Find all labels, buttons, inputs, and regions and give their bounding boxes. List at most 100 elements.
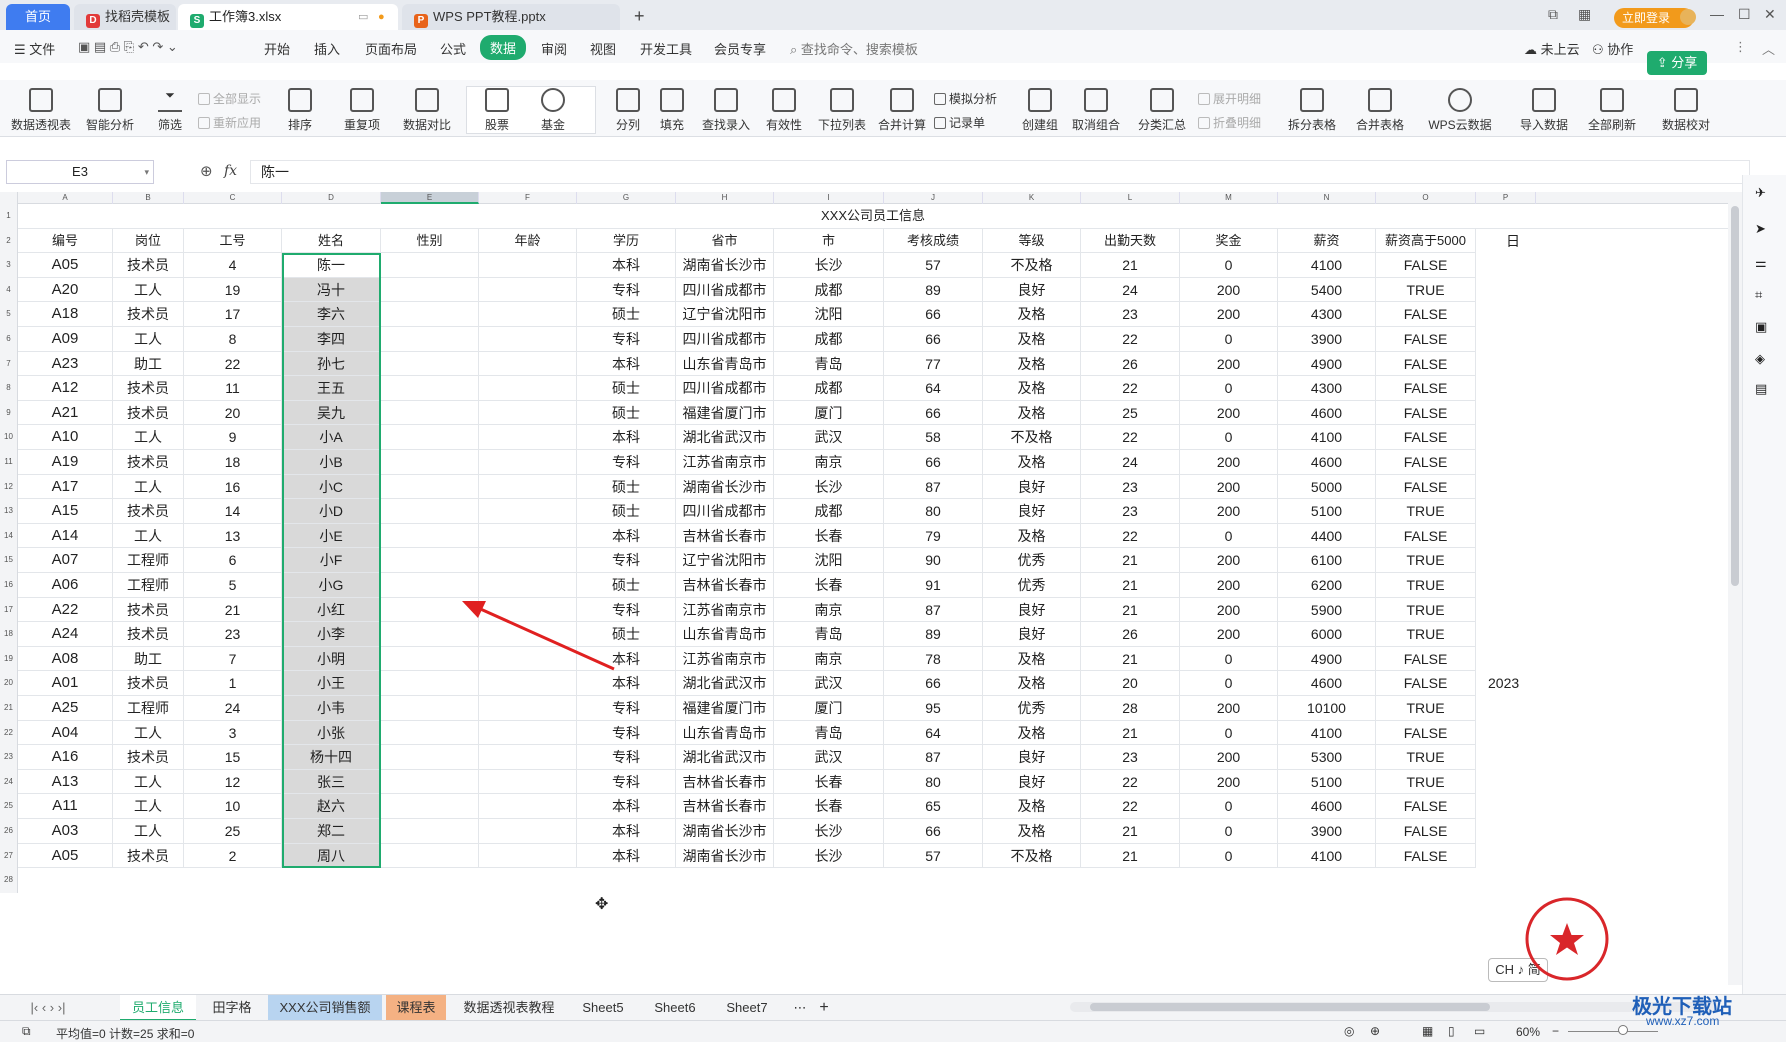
table-cell[interactable]: 21 xyxy=(1081,253,1180,278)
table-cell[interactable]: 0 xyxy=(1180,523,1278,549)
table-cell[interactable]: 湖南省长沙市 xyxy=(676,843,774,869)
table-cell[interactable]: 李六 xyxy=(282,302,381,327)
apps-grid-icon[interactable]: ▦ xyxy=(1578,6,1591,23)
table-cell[interactable]: 工人 xyxy=(113,720,184,746)
table-cell[interactable] xyxy=(381,720,479,746)
table-cell[interactable]: A03 xyxy=(18,819,113,844)
row-header[interactable]: 12 xyxy=(0,474,18,500)
table-cell[interactable]: 南京 xyxy=(774,450,884,475)
table-cell[interactable]: 200 xyxy=(1180,277,1278,303)
table-cell[interactable] xyxy=(479,819,577,844)
frame-icon[interactable]: ⌗ xyxy=(1755,287,1775,305)
menu-data[interactable]: 数据 xyxy=(480,35,527,60)
table-cell[interactable]: 专科 xyxy=(577,597,676,623)
table-cell[interactable]: A15 xyxy=(18,499,113,524)
table-cell[interactable]: 及格 xyxy=(983,327,1081,352)
table-cell[interactable]: 辽宁省沈阳市 xyxy=(676,548,774,573)
table-cell[interactable]: 福建省厦门市 xyxy=(676,400,774,426)
table-cell[interactable]: 87 xyxy=(884,597,983,623)
table-cell[interactable] xyxy=(479,622,577,647)
table-cell[interactable]: 18 xyxy=(184,450,282,475)
table-cell[interactable]: 青岛 xyxy=(774,622,884,647)
table-cell[interactable] xyxy=(479,696,577,721)
sheet-tab-sheet5[interactable]: Sheet5 xyxy=(570,995,636,1021)
zoom-slider-thumb[interactable] xyxy=(1618,1025,1628,1035)
table-cell[interactable]: 200 xyxy=(1180,499,1278,524)
table-cell[interactable] xyxy=(381,696,479,721)
row-header[interactable]: 22 xyxy=(0,720,18,746)
table-cell[interactable] xyxy=(479,499,577,524)
table-cell[interactable] xyxy=(479,376,577,401)
table-cell[interactable]: 良好 xyxy=(983,277,1081,303)
table-cell[interactable]: 200 xyxy=(1180,351,1278,377)
table-cell[interactable]: 工人 xyxy=(113,327,184,352)
table-cell[interactable]: TRUE xyxy=(1376,769,1476,795)
table-cell[interactable]: 小A xyxy=(282,425,381,450)
row-header[interactable]: 11 xyxy=(0,450,18,475)
table-cell[interactable]: 良好 xyxy=(983,499,1081,524)
table-cell[interactable]: 4600 xyxy=(1278,400,1376,426)
header-cell[interactable]: 出勤天数 xyxy=(1081,228,1180,254)
overflow-cell[interactable]: 日 xyxy=(1476,229,1536,254)
table-cell[interactable]: 15 xyxy=(184,745,282,770)
table-cell[interactable]: 专科 xyxy=(577,769,676,795)
sheet-tab-sheet6[interactable]: Sheet6 xyxy=(642,995,708,1021)
table-cell[interactable] xyxy=(479,745,577,770)
row-header[interactable]: 18 xyxy=(0,622,18,647)
table-cell[interactable]: 21 xyxy=(1081,843,1180,869)
table-cell[interactable]: 青岛 xyxy=(774,720,884,746)
table-cell[interactable]: FALSE xyxy=(1376,302,1476,327)
table-cell[interactable]: A22 xyxy=(18,597,113,623)
table-cell[interactable]: FALSE xyxy=(1376,376,1476,401)
overflow-cell[interactable]: 2023 xyxy=(1476,671,1536,696)
table-cell[interactable]: 25 xyxy=(1081,400,1180,426)
table-cell[interactable]: 28 xyxy=(1081,696,1180,721)
pivot-table-button[interactable]: 数据透视表 xyxy=(10,88,72,133)
smart-analysis-button[interactable]: 智能分析 xyxy=(82,88,138,133)
table-cell[interactable]: A11 xyxy=(18,794,113,819)
table-cell[interactable]: 66 xyxy=(884,327,983,352)
table-cell[interactable]: 厦门 xyxy=(774,696,884,721)
table-cell[interactable]: 4900 xyxy=(1278,646,1376,672)
row-header[interactable]: 3 xyxy=(0,253,18,278)
table-cell[interactable]: 57 xyxy=(884,843,983,869)
column-header-l[interactable]: L xyxy=(1081,192,1180,204)
maximize-icon[interactable]: ☐ xyxy=(1738,6,1751,23)
table-cell[interactable]: 200 xyxy=(1180,696,1278,721)
table-cell[interactable]: 专科 xyxy=(577,696,676,721)
header-cell[interactable]: 姓名 xyxy=(282,228,381,254)
table-cell[interactable]: 26 xyxy=(1081,351,1180,377)
column-header-b[interactable]: B xyxy=(113,192,184,204)
wps-cloud-data-button[interactable]: WPS云数据 xyxy=(1424,88,1496,133)
table-cell[interactable]: 不及格 xyxy=(983,253,1081,278)
table-cell[interactable]: 周八 xyxy=(282,843,381,869)
table-cell[interactable]: 21 xyxy=(1081,720,1180,746)
table-cell[interactable]: 5300 xyxy=(1278,745,1376,770)
table-cell[interactable]: 硕士 xyxy=(577,474,676,500)
table-cell[interactable]: FALSE xyxy=(1376,253,1476,278)
table-cell[interactable]: A08 xyxy=(18,646,113,672)
collapse-detail-button[interactable]: 折叠明细 xyxy=(1198,114,1261,131)
table-cell[interactable]: 长沙 xyxy=(774,819,884,844)
table-cell[interactable]: 工人 xyxy=(113,523,184,549)
table-cell[interactable]: 5100 xyxy=(1278,499,1376,524)
table-cell[interactable]: 3 xyxy=(184,720,282,746)
data-proofread-button[interactable]: 数据校对 xyxy=(1660,88,1712,133)
collapse-ribbon-icon[interactable]: ︿ xyxy=(1762,39,1775,58)
table-cell[interactable]: 专科 xyxy=(577,745,676,770)
table-cell[interactable]: 0 xyxy=(1180,671,1278,696)
table-cell[interactable]: 16 xyxy=(184,474,282,500)
table-cell[interactable] xyxy=(479,327,577,352)
create-group-button[interactable]: 创建组 xyxy=(1018,88,1062,133)
split-table-button[interactable]: 拆分表格 xyxy=(1284,88,1340,133)
table-cell[interactable]: 小F xyxy=(282,548,381,573)
table-cell[interactable]: 成都 xyxy=(774,277,884,303)
table-cell[interactable]: FALSE xyxy=(1376,327,1476,352)
sheet-tab-sales[interactable]: XXX公司销售额 xyxy=(268,995,382,1021)
column-header-k[interactable]: K xyxy=(983,192,1081,204)
table-cell[interactable]: 工程师 xyxy=(113,573,184,598)
table-cell[interactable] xyxy=(479,597,577,623)
table-cell[interactable]: 0 xyxy=(1180,720,1278,746)
table-cell[interactable]: 长沙 xyxy=(774,843,884,869)
table-cell[interactable]: 6200 xyxy=(1278,573,1376,598)
